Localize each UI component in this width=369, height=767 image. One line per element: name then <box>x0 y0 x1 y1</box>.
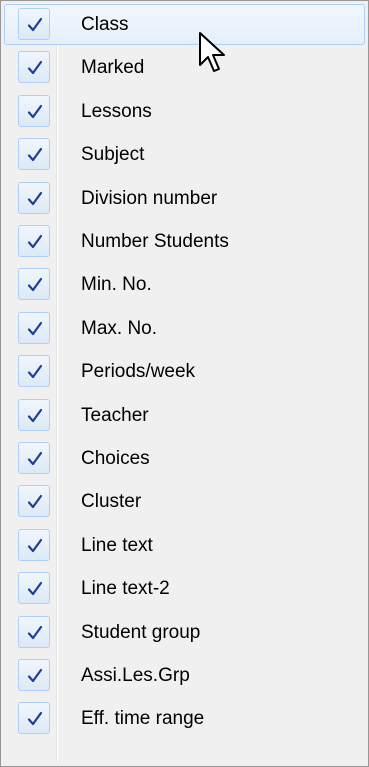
menu-item-label: Lessons <box>81 100 152 122</box>
menu-item-label: Line text <box>81 534 153 556</box>
menu-item[interactable]: Subject <box>4 134 365 175</box>
menu-item-checkbox[interactable] <box>18 225 50 257</box>
menu-item-checkbox[interactable] <box>18 138 50 171</box>
checkmark-icon <box>27 365 43 379</box>
menu-item[interactable]: Choices <box>4 438 365 479</box>
menu-item-label: Cluster <box>81 491 142 513</box>
menu-item[interactable]: Assi.Les.Grp <box>4 655 365 696</box>
menu-item[interactable]: Marked <box>4 47 365 88</box>
menu-item-label: Teacher <box>81 404 149 426</box>
mouse-pointer-icon <box>199 32 225 72</box>
column-chooser-menu: Class Marked Lessons Subject Division number… <box>0 0 369 767</box>
menu-item[interactable]: Lessons <box>4 91 365 132</box>
menu-item-label: Max. No. <box>81 317 158 339</box>
menu-item-checkbox[interactable] <box>18 659 50 691</box>
menu-item-checkbox[interactable] <box>18 8 50 40</box>
menu-item-checkbox[interactable] <box>18 528 50 561</box>
checkmark-icon <box>27 668 43 683</box>
menu-item-checkbox[interactable] <box>18 572 50 605</box>
menu-item[interactable]: Min. No. <box>4 264 365 305</box>
menu-item[interactable]: Division number <box>4 178 365 219</box>
menu-item-checkbox[interactable] <box>18 702 50 735</box>
menu-item-checkbox[interactable] <box>18 485 50 518</box>
menu-item-checkbox[interactable] <box>18 442 50 474</box>
menu-item[interactable]: Periods/week <box>4 351 365 392</box>
checkmark-icon <box>27 17 43 32</box>
menu-item-checkbox[interactable] <box>18 615 50 648</box>
menu-item[interactable]: Number Students <box>4 221 365 262</box>
checkmark-icon <box>27 234 43 249</box>
menu-item[interactable]: Line text-2 <box>4 568 365 609</box>
menu-item[interactable]: Teacher <box>4 395 365 436</box>
checkmark-icon <box>27 191 43 205</box>
menu-item-checkbox[interactable] <box>18 398 50 431</box>
menu-item-label: Min. No. <box>81 274 152 296</box>
menu-item-checkbox[interactable] <box>18 268 50 301</box>
checkmark-icon <box>27 582 43 596</box>
menu-item-label: Assi.Les.Grp <box>81 665 190 686</box>
menu-item-label: Subject <box>81 144 145 166</box>
menu-item[interactable]: Line text <box>4 525 365 566</box>
menu-item-checkbox[interactable] <box>18 181 50 214</box>
checkmark-icon <box>27 104 43 118</box>
menu-item-label: Student group <box>81 621 201 643</box>
checkmark-icon <box>27 408 43 422</box>
menu-item-checkbox[interactable] <box>18 94 50 127</box>
menu-item-label: Division number <box>81 187 218 209</box>
checkmark-icon <box>27 625 43 639</box>
menu-item-label: Eff. time range <box>81 708 205 730</box>
menu-item[interactable]: Max. No. <box>4 308 365 349</box>
menu-item-label: Periods/week <box>81 361 196 383</box>
menu-item-checkbox[interactable] <box>18 311 50 344</box>
menu-item[interactable]: Cluster <box>4 481 365 522</box>
checkmark-icon <box>27 495 43 509</box>
menu-item-checkbox[interactable] <box>18 51 50 84</box>
menu-item-label: Class <box>81 14 129 35</box>
menu-item[interactable]: Eff. time range <box>4 698 365 739</box>
checkmark-icon <box>27 61 43 75</box>
checkmark-icon <box>27 451 43 466</box>
checkmark-icon <box>27 321 43 335</box>
checkmark-icon <box>27 538 43 552</box>
menu-item[interactable]: Student group <box>4 612 365 653</box>
menu-item-label: Choices <box>81 448 150 469</box>
checkmark-icon <box>27 148 43 162</box>
menu-item-label: Marked <box>81 57 145 79</box>
menu-item-label: Line text-2 <box>81 578 170 600</box>
checkmark-icon <box>27 712 43 726</box>
checkmark-icon <box>27 278 43 292</box>
menu-item[interactable]: Class <box>4 4 365 45</box>
menu-item-label: Number Students <box>81 231 229 252</box>
menu-item-checkbox[interactable] <box>18 355 50 388</box>
